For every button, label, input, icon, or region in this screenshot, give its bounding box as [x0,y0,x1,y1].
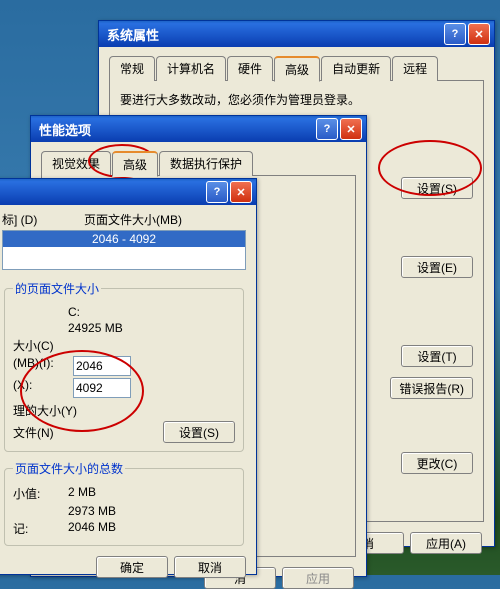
tab-hardware[interactable]: 硬件 [227,56,273,81]
drive-column-header: 标] (D) [2,211,84,228]
max-size-label: (X): [13,378,73,398]
no-paging-radio-label[interactable]: 文件(N) [13,424,54,441]
tab-dep[interactable]: 数据执行保护 [159,151,253,176]
sysprops-tabs: 常规 计算机名 硬件 高级 自动更新 远程 [109,55,484,81]
min-value: 2 MB [68,485,96,502]
sysprops-apply-button[interactable]: 应用(A) [410,532,482,554]
cur-label: 记: [13,520,68,537]
settings-t-button[interactable]: 设置(T) [401,345,473,367]
admin-notice: 要进行大多数改动，您必须作为管理员登录。 [120,91,473,108]
tab-perf-advanced[interactable]: 高级 [112,151,158,177]
perfopts-titlebar: 性能选项 ? ✕ [31,116,366,142]
perfopts-title: 性能选项 [39,120,314,139]
tab-autoupdate[interactable]: 自动更新 [321,56,391,81]
cur-value: 2046 MB [68,520,116,537]
perfopts-apply-button: 应用 [282,567,354,589]
tab-remote[interactable]: 远程 [392,56,438,81]
sysprops-title: 系统属性 [107,25,442,44]
system-managed-radio-label[interactable]: 理的大小(Y) [13,402,77,419]
vm-body: 标] (D) 页面文件大小(MB) 2046 - 4092 的页面文件大小 C:… [0,205,256,584]
help-button[interactable]: ? [206,181,228,203]
initial-size-label: (MB)(I): [13,356,73,376]
custom-size-radio-label[interactable]: 大小(C) [13,337,68,354]
totals-legend: 页面文件大小的总数 [13,460,125,477]
perfopts-tabs: 视觉效果 高级 数据执行保护 [41,150,356,176]
selected-drive-group: 的页面文件大小 C: 24925 MB 大小(C) (MB)(I): (X): … [4,280,244,452]
initial-size-input[interactable] [73,356,131,376]
min-label: 小值: [13,485,68,502]
sysprops-titlebar: 系统属性 ? ✕ [99,21,494,47]
set-button[interactable]: 设置(S) [163,421,235,443]
tab-advanced[interactable]: 高级 [274,56,320,82]
drive-space: 24925 MB [68,321,123,335]
rec-value: 2973 MB [68,504,116,518]
tab-computername[interactable]: 计算机名 [156,56,226,81]
settings-s-button[interactable]: 设置(S) [401,177,473,199]
close-button[interactable]: ✕ [468,23,490,45]
virtual-memory-window: ? ✕ 标] (D) 页面文件大小(MB) 2046 - 4092 的页面文件大… [0,178,257,575]
vm-titlebar: ? ✕ [0,179,256,205]
drive-letter: C: [68,305,80,319]
drive-list-row[interactable]: 2046 - 4092 [3,231,245,247]
change-c-button[interactable]: 更改(C) [401,452,473,474]
close-button[interactable]: ✕ [230,181,252,203]
selected-drive-legend: 的页面文件大小 [13,280,101,297]
error-report-button[interactable]: 错误报告(R) [390,377,473,399]
totals-group: 页面文件大小的总数 小值:2 MB 2973 MB 记:2046 MB [4,460,244,546]
size-column-header: 页面文件大小(MB) [84,211,182,228]
drive-list[interactable]: 2046 - 4092 [2,230,246,270]
settings-e-button[interactable]: 设置(E) [401,256,473,278]
help-button[interactable]: ? [444,23,466,45]
tab-visual-effects[interactable]: 视觉效果 [41,151,111,176]
close-button[interactable]: ✕ [340,118,362,140]
help-button[interactable]: ? [316,118,338,140]
tab-general[interactable]: 常规 [109,56,155,81]
max-size-input[interactable] [73,378,131,398]
